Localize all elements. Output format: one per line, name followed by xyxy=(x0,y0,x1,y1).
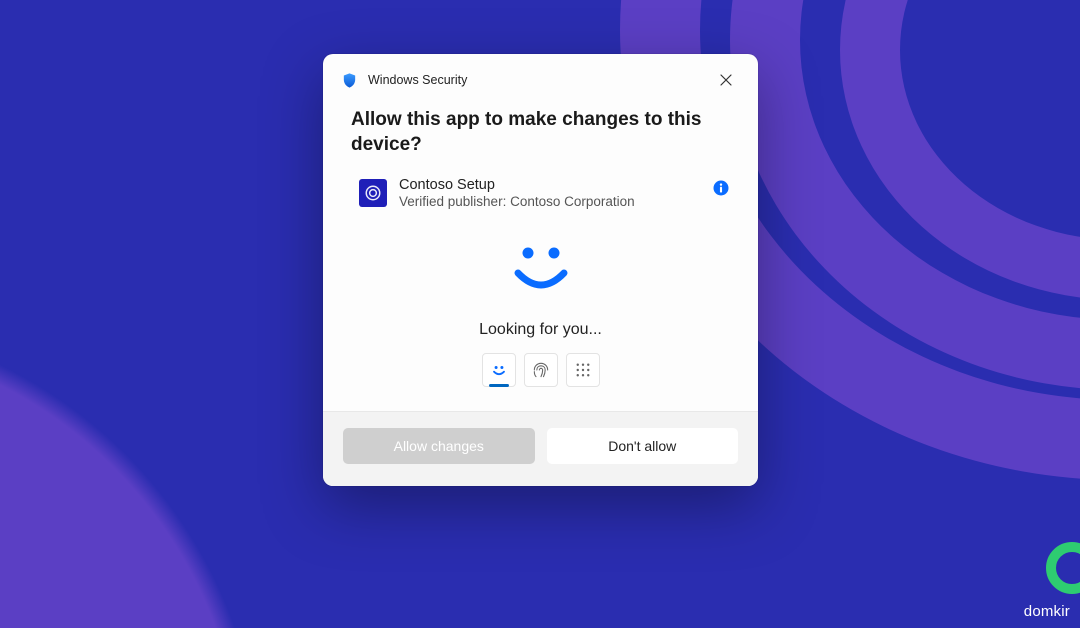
close-button[interactable] xyxy=(710,66,742,94)
dialog-title: Windows Security xyxy=(368,73,700,87)
dialog-heading: Allow this app to make changes to this d… xyxy=(323,98,758,163)
face-icon xyxy=(489,360,509,380)
close-icon xyxy=(720,74,732,86)
app-name: Contoso Setup xyxy=(399,177,700,193)
app-icon xyxy=(359,179,387,207)
fingerprint-icon xyxy=(531,360,551,380)
windows-hello-face-icon xyxy=(323,215,758,305)
info-icon[interactable] xyxy=(712,179,730,197)
dialog-titlebar: Windows Security xyxy=(323,54,758,98)
shield-icon xyxy=(341,72,358,89)
keypad-icon xyxy=(574,361,592,379)
auth-option-fingerprint[interactable] xyxy=(524,353,558,387)
watermark-text: domkir xyxy=(1024,603,1070,620)
auth-option-pin[interactable] xyxy=(566,353,600,387)
auth-option-face[interactable] xyxy=(482,353,516,387)
deny-button[interactable]: Don't allow xyxy=(547,428,739,464)
auth-method-selector xyxy=(323,353,758,411)
app-info-row: Contoso Setup Verified publisher: Contos… xyxy=(323,163,758,215)
uac-dialog: Windows Security Allow this app to make … xyxy=(323,54,758,486)
decorative-circle xyxy=(1046,542,1080,594)
allow-button[interactable]: Allow changes xyxy=(343,428,535,464)
dialog-footer: Allow changes Don't allow xyxy=(323,411,758,486)
status-text: Looking for you... xyxy=(323,305,758,353)
app-publisher: Verified publisher: Contoso Corporation xyxy=(399,194,700,209)
